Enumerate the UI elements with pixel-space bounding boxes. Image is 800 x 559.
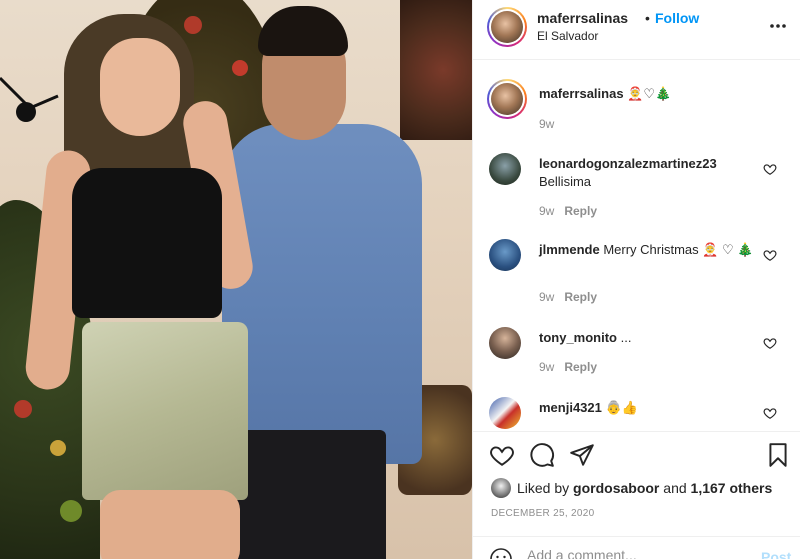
comment-time[interactable]: 9w [539,290,554,304]
post-date[interactable]: DECEMBER 25, 2020 [491,508,594,519]
comment-text: leonardogonzalezmartinez23 Bellisima [539,155,759,191]
heart-icon[interactable] [763,406,777,420]
heart-icon[interactable] [763,248,777,262]
liker-avatar[interactable] [491,478,511,498]
comment-meta: 9w Reply [539,204,597,218]
emoji-icon[interactable] [489,547,513,559]
comment-text: menji4321 👵👍 [539,399,759,417]
ornament [60,500,82,522]
post-actions: Liked by gordosaboor and 1,167 others DE… [473,431,800,559]
wreath-decoration [400,0,472,140]
comment-body: 👵👍 [605,400,638,415]
post-username[interactable]: maferrsalinas [537,10,628,26]
comment-icon[interactable] [529,442,555,468]
comment-username[interactable]: menji4321 [539,400,602,415]
follow-button[interactable]: Follow [655,10,699,26]
comment-body: Bellisima [539,174,592,189]
caption-avatar[interactable] [487,79,527,119]
bookmark-icon[interactable] [765,442,791,468]
comments-list[interactable]: maferrsalinas 🤶♡🎄 9w leonardogonzalezmar… [473,61,800,431]
woman-legs [100,490,240,559]
man-hair [258,6,348,56]
separator-dot: • [645,10,650,26]
post-header: maferrsalinas • Follow El Salvador [473,0,800,60]
comment-username[interactable]: tony_monito [539,330,617,345]
man-shirt [222,124,422,464]
likes-summary: Liked by gordosaboor and 1,167 others [491,478,772,498]
caption-body: 🤶♡🎄 [627,86,672,101]
caption-username[interactable]: maferrsalinas [539,86,624,101]
ornament [50,440,66,456]
post-comment-button[interactable]: Post [761,549,791,559]
ornament [184,16,202,34]
avatar[interactable] [489,239,521,271]
avatar[interactable] [489,397,521,429]
comment-body: Merry Christmas 🤶 ♡ 🎄 [603,242,754,257]
ornament [232,60,248,76]
comment-body: ... [620,330,632,345]
comment-username[interactable]: leonardogonzalezmartinez23 [539,156,717,171]
more-horizontal-icon[interactable] [769,14,787,38]
likes-and: and [663,480,687,496]
caption-time[interactable]: 9w [539,117,554,131]
comment-meta: 9w Reply [539,290,597,304]
ornament [14,400,32,418]
avatar[interactable] [489,153,521,185]
comment-username[interactable]: jlmmende [539,242,600,257]
likes-prefix: Liked by [517,480,570,496]
add-comment-bar: Post [473,536,800,559]
likes-others[interactable]: 1,167 others [691,480,773,496]
caption-meta: 9w [539,117,554,131]
reply-button[interactable]: Reply [564,290,597,304]
comment-meta: 9w Reply [539,360,597,374]
paper-plane-icon[interactable] [569,442,595,468]
post-photo[interactable] [0,0,472,559]
liker-username[interactable]: gordosaboor [573,480,659,496]
woman-top [72,168,222,318]
heart-icon[interactable] [763,336,777,350]
post-location[interactable]: El Salvador [537,29,598,43]
comment-time[interactable]: 9w [539,204,554,218]
woman-face [100,38,180,136]
comment-input[interactable] [527,547,747,559]
comment-time[interactable]: 9w [539,360,554,374]
comment-text: tony_monito ... [539,329,759,347]
comment-text: jlmmende Merry Christmas 🤶 ♡ 🎄 [539,241,759,259]
avatar[interactable] [487,7,527,47]
caption-text: maferrsalinas 🤶♡🎄 [539,85,759,103]
heart-icon[interactable] [763,162,777,176]
reply-button[interactable]: Reply [564,360,597,374]
heart-icon[interactable] [489,442,515,468]
man-pants [236,430,386,559]
post-side-panel: maferrsalinas • Follow El Salvador mafer… [472,0,800,559]
wall-clock [0,76,59,122]
avatar[interactable] [489,327,521,359]
woman-skirt [82,322,248,500]
reply-button[interactable]: Reply [564,204,597,218]
